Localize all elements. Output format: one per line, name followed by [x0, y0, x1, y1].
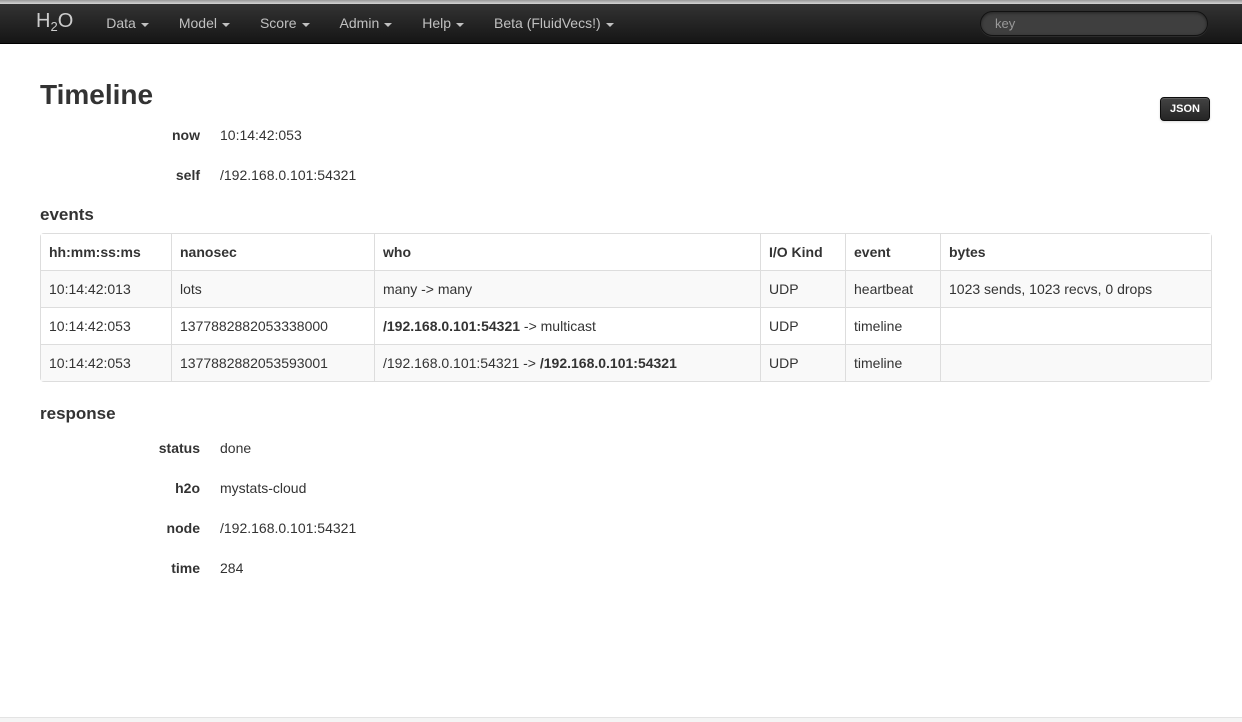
cell-io-kind: UDP: [760, 344, 845, 381]
nav-item-beta-fluidvecs[interactable]: Beta (FluidVecs!): [479, 4, 629, 43]
cell-bytes: 1023 sends, 1023 recvs, 0 drops: [940, 270, 1211, 307]
response-section-title: response: [40, 404, 1210, 424]
column-header-who: who: [374, 234, 760, 270]
response-row-time: time 284: [40, 558, 1210, 578]
nav-item-admin[interactable]: Admin: [325, 4, 408, 43]
column-header-time: hh:mm:ss:ms: [41, 234, 171, 270]
nav-item-score[interactable]: Score: [245, 4, 325, 43]
response-label: h2o: [40, 478, 200, 498]
cell-io-kind: UDP: [760, 307, 845, 344]
caret-down-icon: [606, 23, 614, 27]
response-value: /192.168.0.101:54321: [220, 518, 356, 538]
cell-time: 10:14:42:053: [41, 307, 171, 344]
who-post: -> multicast: [520, 318, 596, 334]
response-value: mystats-cloud: [220, 478, 306, 498]
column-header-bytes: bytes: [940, 234, 1211, 270]
meta-label: now: [40, 125, 200, 145]
caret-down-icon: [222, 23, 230, 27]
cell-who: many -> many: [374, 270, 760, 307]
nav-item-label: Data: [106, 4, 136, 43]
caret-down-icon: [384, 23, 392, 27]
brand-o: O: [58, 10, 74, 32]
who-bold: /192.168.0.101:54321: [540, 355, 677, 371]
response-value: done: [220, 438, 251, 458]
search-input[interactable]: [980, 11, 1208, 36]
nav-item-help[interactable]: Help: [407, 4, 479, 43]
nav-item-label: Help: [422, 4, 451, 43]
response-row-node: node /192.168.0.101:54321: [40, 518, 1210, 538]
cell-time: 10:14:42:053: [41, 344, 171, 381]
caret-down-icon: [141, 23, 149, 27]
meta-row-self: self /192.168.0.101:54321: [40, 165, 1210, 185]
cell-event: heartbeat: [845, 270, 940, 307]
cell-who: /192.168.0.101:54321 -> /192.168.0.101:5…: [374, 344, 760, 381]
main-content: JSON Timeline now 10:14:42:053 self /192…: [40, 77, 1210, 578]
column-header-io-kind: I/O Kind: [760, 234, 845, 270]
navbar-search: [980, 11, 1208, 36]
response-row-status: status done: [40, 438, 1210, 458]
cell-event: timeline: [845, 307, 940, 344]
cell-bytes: [940, 307, 1211, 344]
table-row: 10:14:42:013 lots many -> many UDP heart…: [41, 270, 1211, 307]
response-label: node: [40, 518, 200, 538]
brand-h: H: [36, 10, 50, 32]
nav-item-label: Beta (FluidVecs!): [494, 4, 601, 43]
window-bottom-edge: [0, 717, 1242, 722]
brand-logo[interactable]: H2O: [0, 2, 91, 46]
events-table: hh:mm:ss:ms nanosec who I/O Kind event b…: [40, 233, 1212, 382]
table-row: 10:14:42:053 1377882882053593001 /192.16…: [41, 344, 1211, 381]
response-label: time: [40, 558, 200, 578]
meta-value: 10:14:42:053: [220, 125, 302, 145]
caret-down-icon: [302, 23, 310, 27]
cell-event: timeline: [845, 344, 940, 381]
events-table-header-row: hh:mm:ss:ms nanosec who I/O Kind event b…: [41, 234, 1211, 270]
nav-item-label: Admin: [340, 4, 380, 43]
who-bold: /192.168.0.101:54321: [383, 318, 520, 334]
cell-bytes: [940, 344, 1211, 381]
json-button[interactable]: JSON: [1160, 97, 1210, 121]
cell-io-kind: UDP: [760, 270, 845, 307]
meta-label: self: [40, 165, 200, 185]
nav-item-model[interactable]: Model: [164, 4, 245, 43]
brand-subscript: 2: [50, 19, 57, 34]
cell-nanosec: 1377882882053338000: [171, 307, 374, 344]
page-title: Timeline: [40, 77, 1210, 113]
events-section-title: events: [40, 205, 1210, 225]
nav-item-data[interactable]: Data: [91, 4, 164, 43]
meta-value: /192.168.0.101:54321: [220, 165, 356, 185]
response-label: status: [40, 438, 200, 458]
response-value: 284: [220, 558, 243, 578]
navbar: H2O Data Model Score Admin Help Beta (Fl…: [0, 4, 1242, 44]
cell-who: /192.168.0.101:54321 -> multicast: [374, 307, 760, 344]
cell-nanosec: 1377882882053593001: [171, 344, 374, 381]
navbar-menu: Data Model Score Admin Help Beta (FluidV…: [91, 4, 628, 43]
column-header-event: event: [845, 234, 940, 270]
response-meta: status done h2o mystats-cloud node /192.…: [40, 438, 1210, 578]
nav-item-label: Score: [260, 4, 297, 43]
who-pre: many -> many: [383, 281, 472, 297]
response-row-h2o: h2o mystats-cloud: [40, 478, 1210, 498]
cell-time: 10:14:42:013: [41, 270, 171, 307]
caret-down-icon: [456, 23, 464, 27]
nav-item-label: Model: [179, 4, 217, 43]
meta-row-now: now 10:14:42:053: [40, 125, 1210, 145]
cell-nanosec: lots: [171, 270, 374, 307]
timeline-meta: now 10:14:42:053 self /192.168.0.101:543…: [40, 125, 1210, 185]
who-pre: /192.168.0.101:54321 ->: [383, 355, 540, 371]
table-row: 10:14:42:053 1377882882053338000 /192.16…: [41, 307, 1211, 344]
column-header-nanosec: nanosec: [171, 234, 374, 270]
